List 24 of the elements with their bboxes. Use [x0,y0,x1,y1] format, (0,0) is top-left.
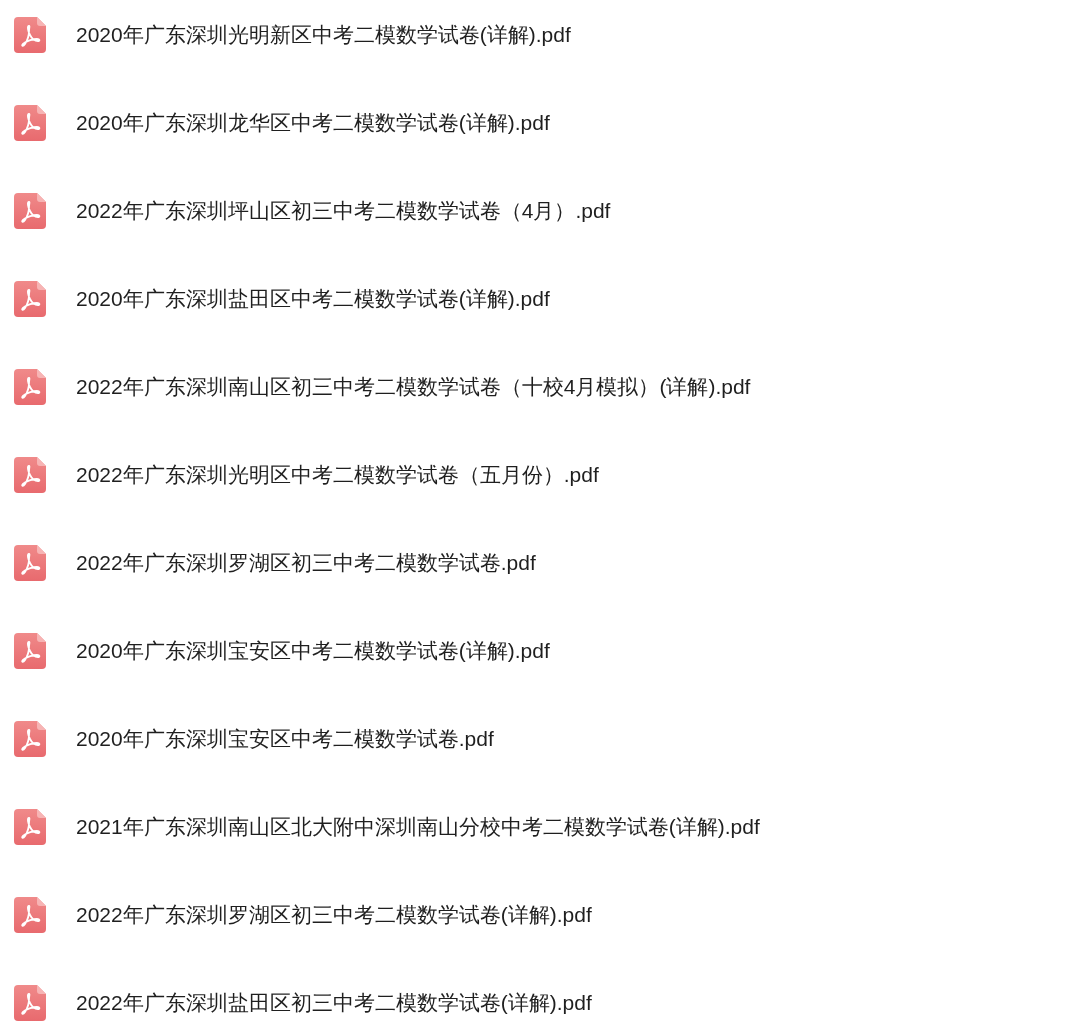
file-name[interactable]: 2022年广东深圳南山区初三中考二模数学试卷（十校4月模拟）(详解).pdf [76,371,751,403]
file-name[interactable]: 2020年广东深圳宝安区中考二模数学试卷(详解).pdf [76,635,550,667]
pdf-file-icon [14,457,46,493]
pdf-file-icon [14,985,46,1021]
file-name[interactable]: 2020年广东深圳龙华区中考二模数学试卷(详解).pdf [76,107,550,139]
pdf-file-icon [14,281,46,317]
pdf-file-icon [14,17,46,53]
file-name[interactable]: 2022年广东深圳坪山区初三中考二模数学试卷（4月）.pdf [76,195,611,227]
file-name[interactable]: 2022年广东深圳盐田区初三中考二模数学试卷(详解).pdf [76,987,592,1019]
file-name[interactable]: 2022年广东深圳罗湖区初三中考二模数学试卷.pdf [76,547,536,579]
pdf-file-icon [14,721,46,757]
file-name[interactable]: 2021年广东深圳南山区北大附中深圳南山分校中考二模数学试卷(详解).pdf [76,811,760,843]
pdf-file-icon [14,897,46,933]
pdf-file-icon [14,809,46,845]
pdf-file-icon [14,369,46,405]
file-name[interactable]: 2022年广东深圳罗湖区初三中考二模数学试卷(详解).pdf [76,899,592,931]
file-name[interactable]: 2020年广东深圳盐田区中考二模数学试卷(详解).pdf [76,283,550,315]
pdf-file-icon [14,193,46,229]
pdf-file-icon [14,545,46,581]
file-name[interactable]: 2020年广东深圳光明新区中考二模数学试卷(详解).pdf [76,19,571,51]
pdf-file-icon [14,105,46,141]
file-name[interactable]: 2020年广东深圳宝安区中考二模数学试卷.pdf [76,723,494,755]
pdf-file-icon [14,633,46,669]
file-name[interactable]: 2022年广东深圳光明区中考二模数学试卷（五月份）.pdf [76,459,599,491]
